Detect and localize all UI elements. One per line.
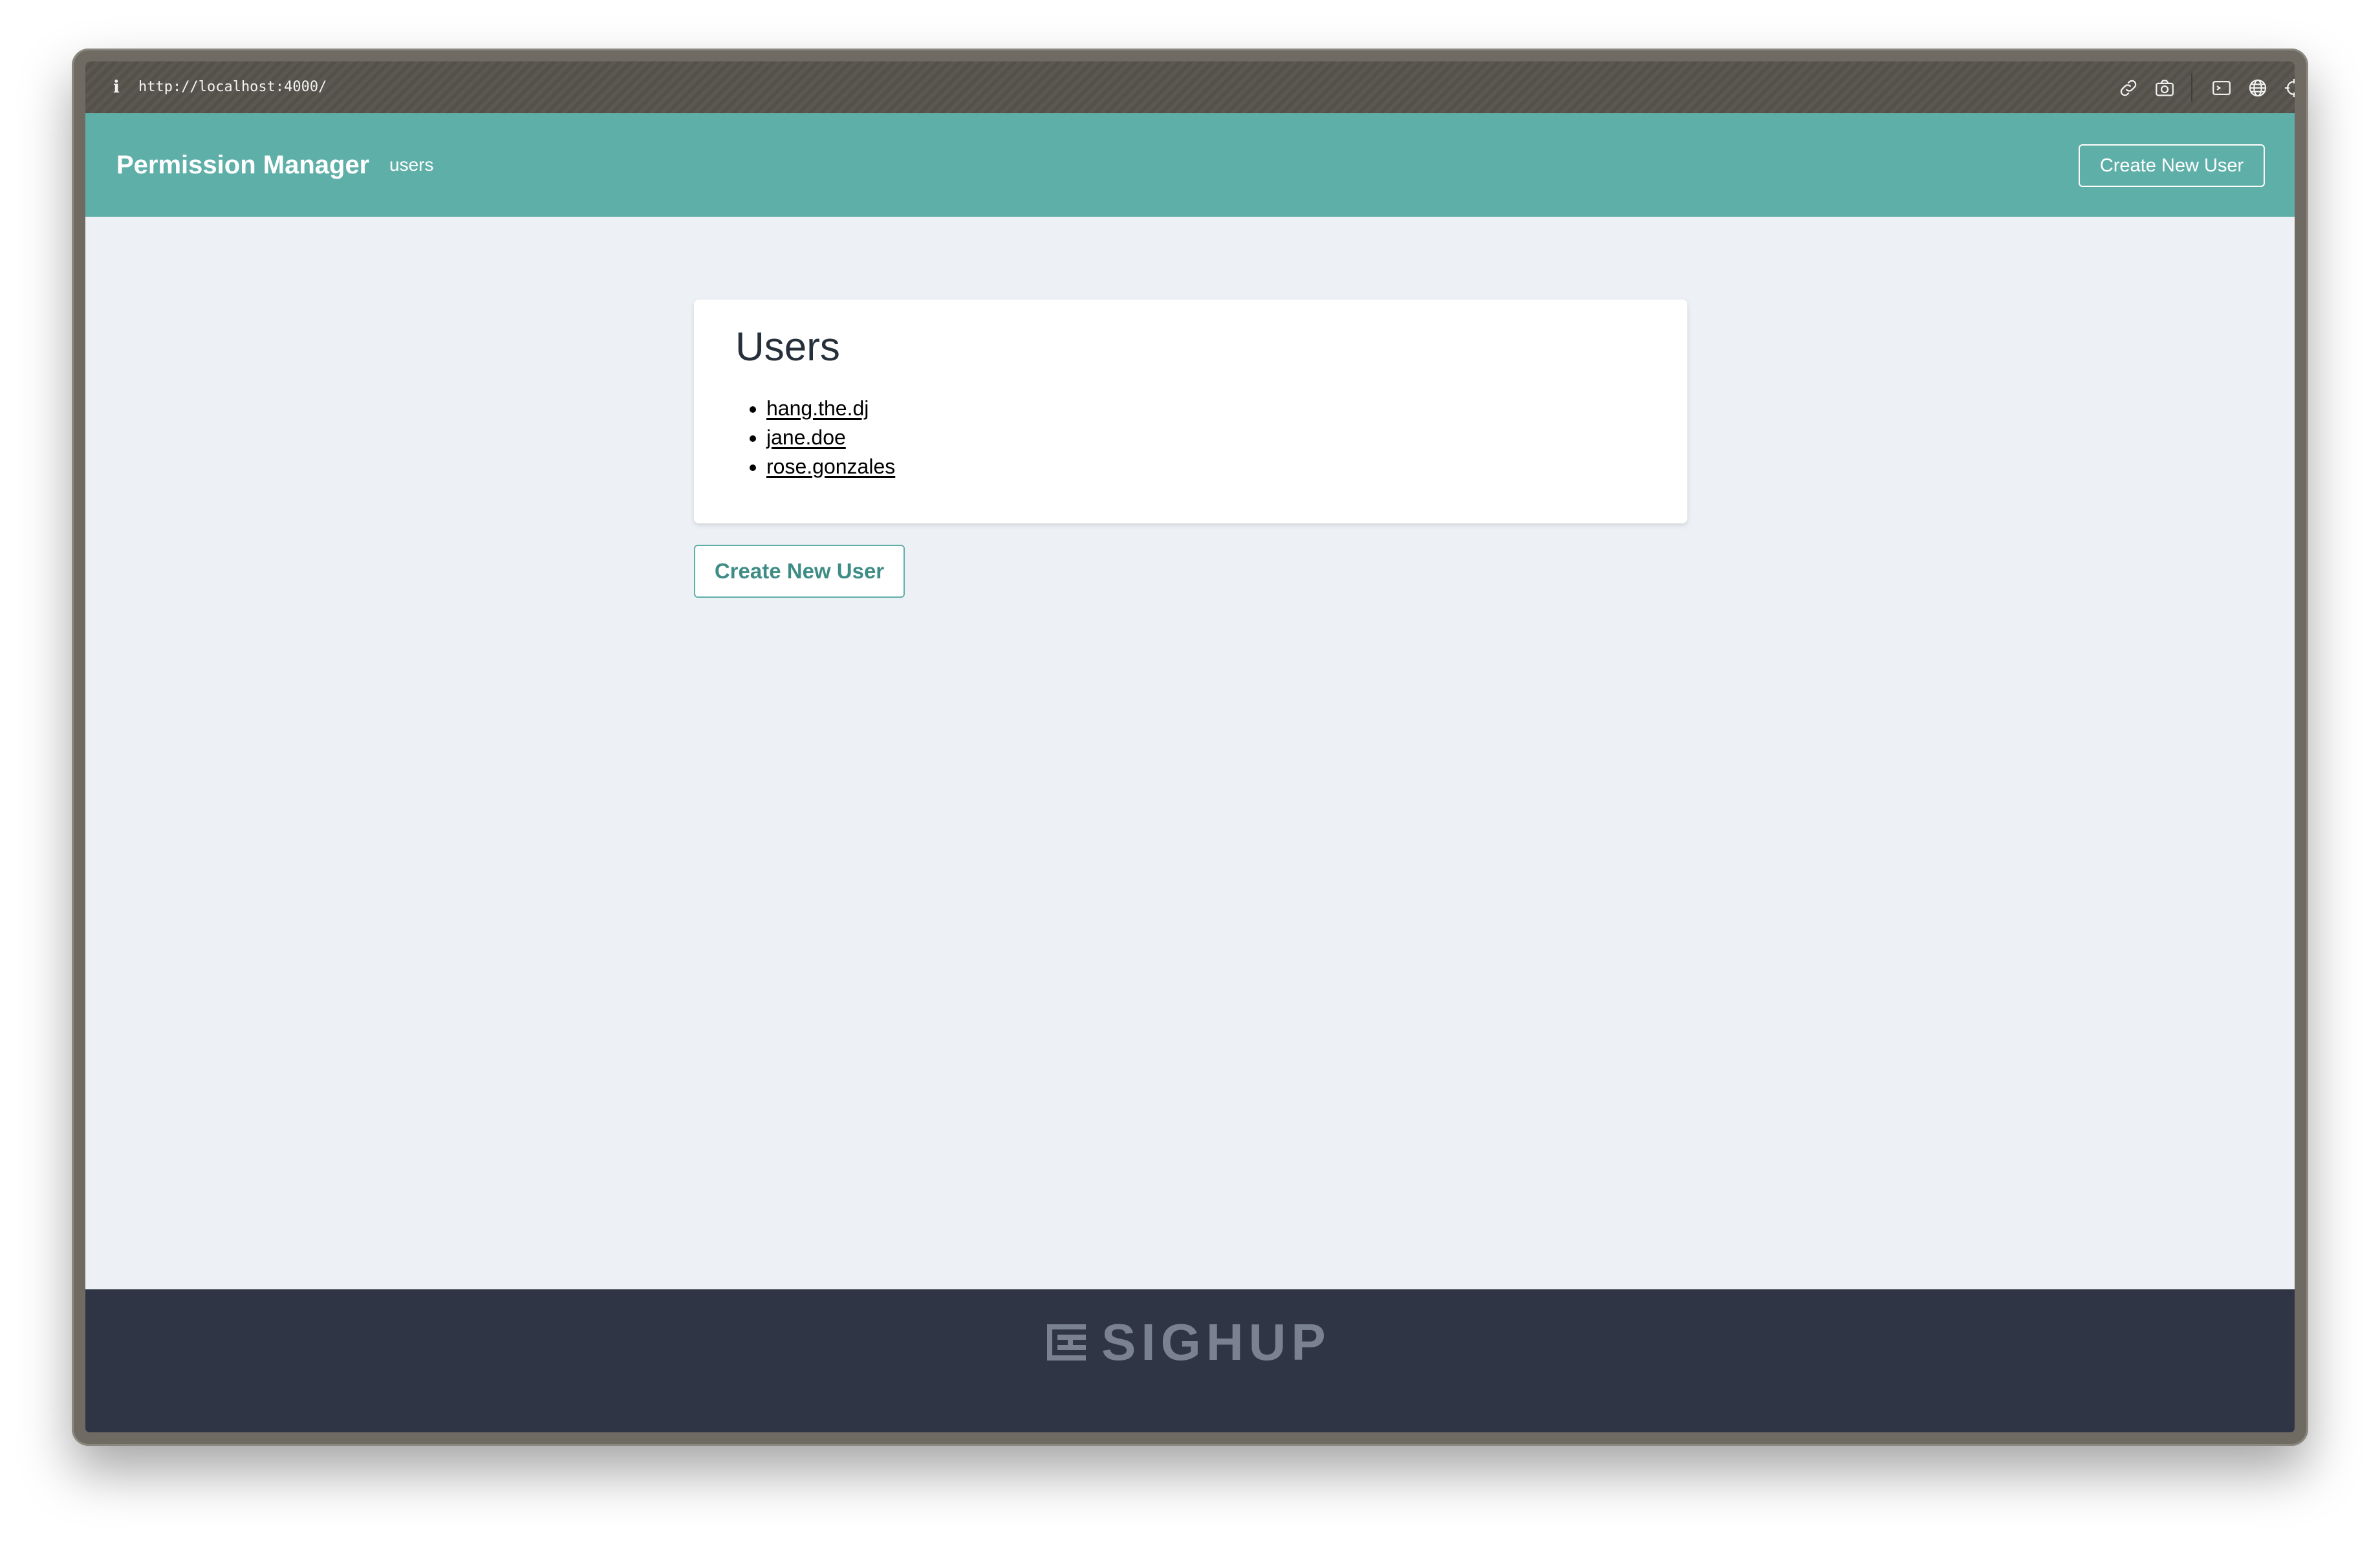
camera-icon[interactable] [2154,77,2176,99]
user-link[interactable]: jane.doe [766,426,846,449]
footer-logo: SIGHUP [1046,1317,1337,1368]
nav-link-users[interactable]: users [389,146,433,184]
globe-icon[interactable] [2247,77,2269,99]
browser-window: i http://localhost:4000/ Permission Mana… [72,49,2308,1446]
browser-viewport: i http://localhost:4000/ Permission Mana… [85,61,2295,1432]
footer-logo-text: SIGHUP [1101,1313,1331,1371]
sighup-logo-icon [1046,1322,1087,1363]
app-brand[interactable]: Permission Manager [116,146,369,184]
user-link[interactable]: rose.gonzales [766,455,895,478]
app-header: Permission Manager users Create New User [85,113,2295,217]
toolbar-divider [2191,73,2192,102]
terminal-icon[interactable] [2211,77,2233,99]
header-create-user-button[interactable]: Create New User [2079,144,2265,187]
user-list: hang.the.dj jane.doe rose.gonzales [735,394,895,481]
user-link[interactable]: hang.the.dj [766,397,869,420]
list-item: hang.the.dj [766,394,895,423]
users-card: Users hang.the.dj jane.doe rose.gonzales [694,300,1687,523]
create-new-user-button[interactable]: Create New User [694,545,905,598]
link-icon[interactable] [2117,77,2139,99]
info-icon[interactable]: i [110,76,123,99]
list-item: rose.gonzales [766,452,895,481]
crosshair-icon[interactable] [2283,77,2295,99]
browser-toolbar: i http://localhost:4000/ [85,61,2295,113]
list-item: jane.doe [766,423,895,452]
url-field[interactable]: http://localhost:4000/ [138,74,327,100]
users-title: Users [735,325,840,369]
footer: SIGHUP [85,1289,2295,1432]
